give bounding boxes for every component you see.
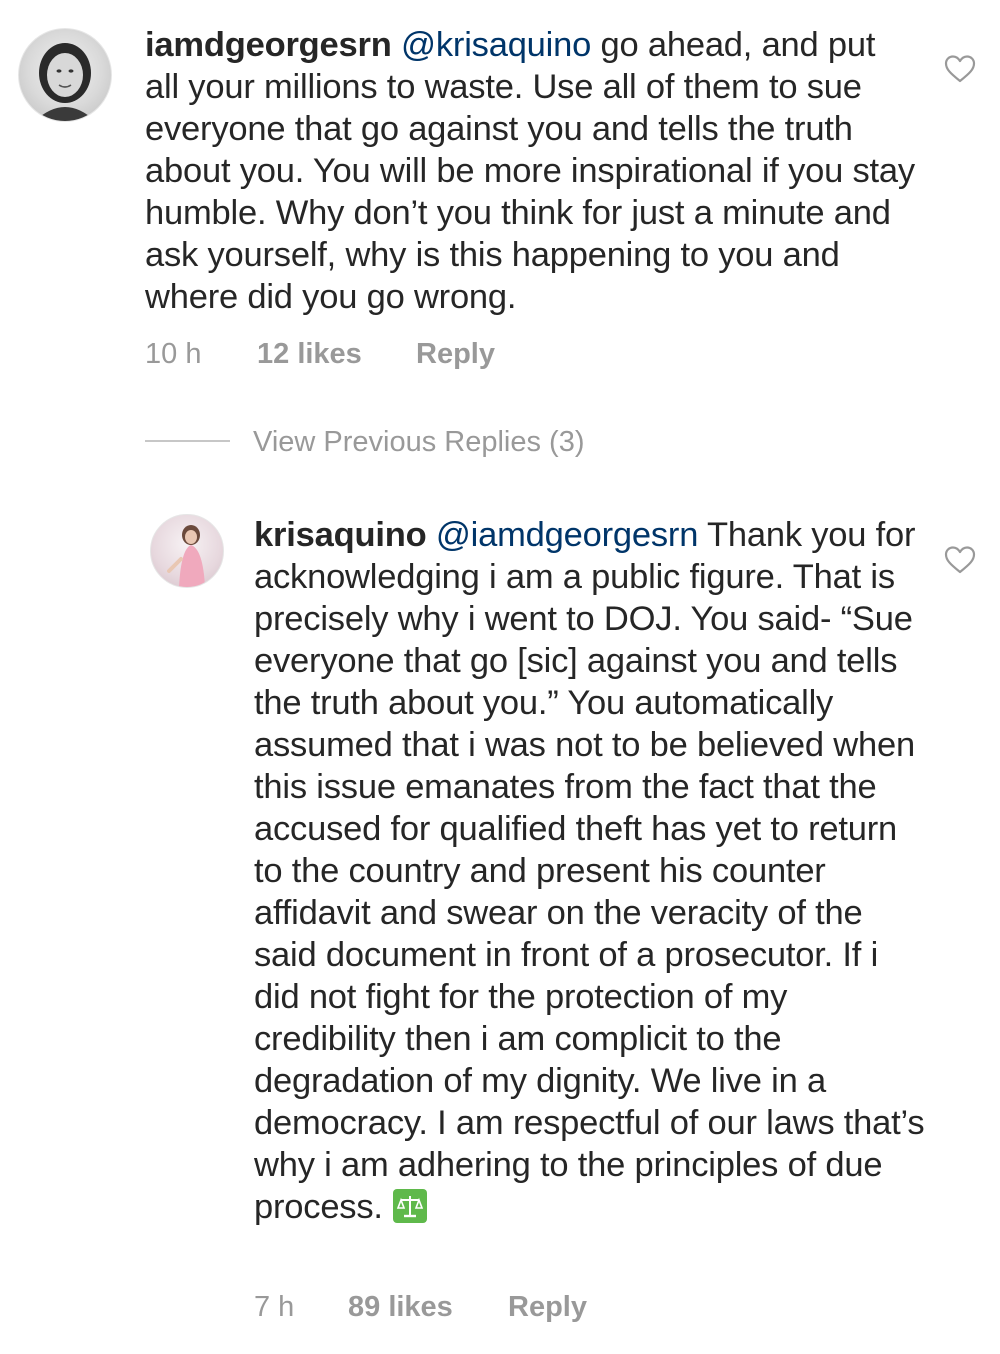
comment-mention[interactable]: @krisaquino [401, 26, 591, 64]
reply-button[interactable]: Reply [416, 337, 495, 371]
comment-username[interactable]: krisaquino [254, 516, 427, 554]
avatar-woman-icon [167, 525, 205, 587]
comment-likes[interactable]: 89 likes [348, 1290, 453, 1324]
view-previous-replies-label[interactable]: View Previous Replies (3) [253, 422, 585, 462]
comment-username[interactable]: iamdgeorgesrn [145, 26, 392, 64]
comment-time: 10 h [145, 338, 202, 370]
reply-button[interactable]: Reply [508, 1290, 587, 1324]
avatar-woman-icon [35, 43, 95, 121]
comment-time: 7 h [254, 1291, 295, 1323]
comment-body: go ahead, and put all your millions to w… [145, 26, 915, 316]
heart-outline-icon[interactable] [944, 545, 976, 575]
comment-body: Thank you for acknowledging i am a publi… [254, 516, 925, 1226]
comment-mention[interactable]: @iamdgeorgesrn [436, 516, 699, 554]
comment-likes[interactable]: 12 likes [257, 337, 362, 371]
balance-scale-emoji-icon [392, 1189, 427, 1223]
heart-outline-icon[interactable] [944, 54, 976, 84]
user-avatar[interactable] [150, 514, 224, 588]
comment-text: krisaquino @iamdgeorgesrn Thank you for … [254, 514, 926, 1228]
comment-text: iamdgeorgesrn @krisaquino go ahead, and … [145, 24, 915, 318]
divider-line [145, 440, 230, 442]
user-avatar[interactable] [18, 28, 112, 122]
